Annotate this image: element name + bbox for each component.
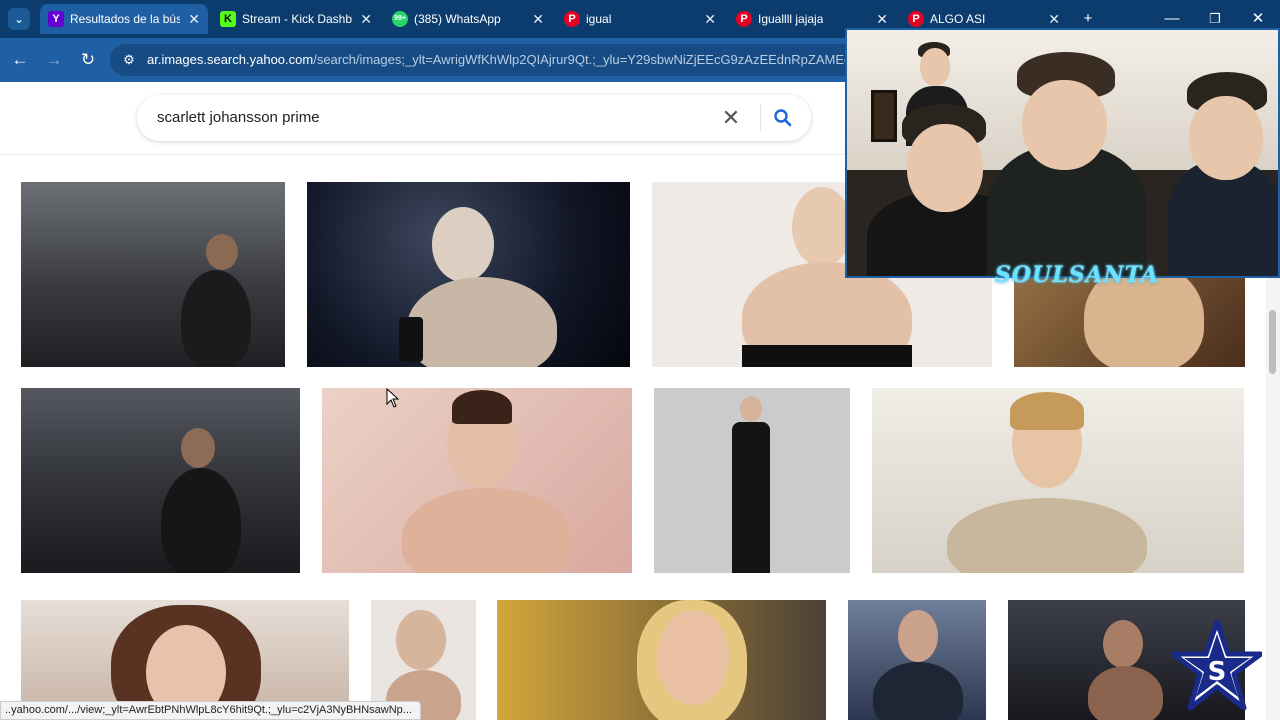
image-result[interactable] [848,600,986,720]
image-result[interactable] [21,182,285,367]
image-result[interactable] [307,182,630,367]
close-window-icon[interactable]: ✕ [1246,8,1270,30]
tab-title: (385) WhatsApp [414,12,501,26]
search-box[interactable]: scarlett johansson prime ✕ [137,95,811,141]
search-icon[interactable] [771,106,795,130]
pinterest-favicon-icon: P [908,11,924,27]
image-result[interactable] [497,600,826,720]
tab-title: Stream - Kick Dashbo [242,12,352,26]
new-tab-button[interactable]: + [1076,8,1100,30]
reload-icon[interactable]: ↻ [76,48,100,72]
back-arrow-icon[interactable]: ← [8,48,32,72]
star-logo-icon: S [1172,620,1262,711]
restore-window-icon[interactable]: ❐ [1203,8,1227,30]
person-center [977,50,1152,276]
tab-yahoo-results[interactable]: Y Resultados de la búsq ✕ [40,4,208,34]
tab-close-icon[interactable]: ✕ [188,4,200,34]
tab-close-icon[interactable]: ✕ [360,4,372,34]
image-result[interactable] [21,388,300,573]
tab-title: Iguallll jajaja [758,12,824,26]
tab-close-icon[interactable]: ✕ [532,4,544,34]
pinterest-favicon-icon: P [736,11,752,27]
address-bar[interactable]: ⚙ ar.images.search.yahoo.com/search/imag… [110,44,870,76]
tab-kick-dashboard[interactable]: K Stream - Kick Dashbo ✕ [212,4,380,34]
tab-title: Resultados de la búsq [70,12,180,26]
url-path: /search/images;_ylt=AwrigWfKhWlp2QIAjrur… [313,52,847,67]
image-result[interactable] [654,388,850,573]
whatsapp-favicon-icon: 99+ [392,11,408,27]
minimize-window-icon[interactable]: — [1160,8,1184,30]
status-bar-url: ..yahoo.com/.../view;_ylt=AwrEbtPNhWlpL8… [0,701,421,720]
image-result[interactable] [872,388,1244,573]
tab-title: igual [586,12,612,26]
yahoo-favicon-icon: Y [48,11,64,27]
svg-text:S: S [1208,657,1227,687]
site-info-icon[interactable]: ⚙ [120,51,138,69]
search-input[interactable]: scarlett johansson prime [157,95,320,141]
url-host: ar.images.search.yahoo.com [147,52,314,67]
person-right [1167,70,1278,276]
kick-favicon-icon: K [220,11,236,27]
tab-whatsapp[interactable]: 99+ (385) WhatsApp ✕ [384,4,552,34]
search-divider [760,105,761,131]
streamer-channel-name: SOULSANTA [995,262,1160,288]
address-url[interactable]: ar.images.search.yahoo.com/search/images… [147,44,847,76]
tab-search-menu-button[interactable]: ⌄ [8,8,30,30]
tab-pinterest-igual[interactable]: P igual ✕ [556,4,724,34]
header-divider [0,154,845,155]
image-result[interactable] [322,388,632,573]
clear-search-icon[interactable]: ✕ [719,106,743,130]
pinterest-favicon-icon: P [564,11,580,27]
tab-close-icon[interactable]: ✕ [704,4,716,34]
mouse-cursor-icon [386,388,400,408]
forward-arrow-icon[interactable]: → [42,48,66,72]
webcam-overlay [845,28,1280,278]
scrollbar-thumb[interactable] [1269,310,1276,374]
